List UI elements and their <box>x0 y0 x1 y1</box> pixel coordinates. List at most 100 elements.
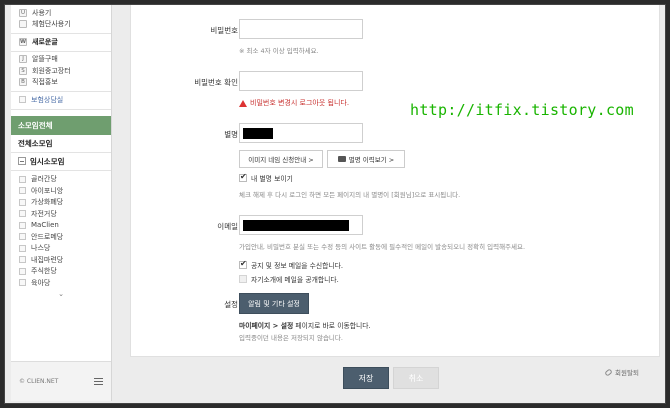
password-hint: ※ 최소 4자 이상 입력하세요. <box>239 47 319 55</box>
group-label: 아이포니앙 <box>31 186 64 195</box>
id-card-icon <box>337 156 346 162</box>
item-box-icon <box>19 175 26 183</box>
window-frame: U 사용기 체험단사용기 W 새로운글 J 알뜰구매 S 회원중고장터 B 직접홍보 보험… <box>4 4 666 404</box>
item-box-icon <box>19 267 26 275</box>
group-item[interactable]: 안드로메당 <box>11 231 111 243</box>
sidebar-item-temp-groups[interactable]: 임시소모임 <box>11 153 111 171</box>
watermark-url: http://itfix.tistory.com <box>410 101 634 119</box>
checkbox-checked-icon[interactable] <box>239 259 247 269</box>
warning-text: 비밀번호 변경시 로그아웃 됩니다. <box>250 99 350 107</box>
nickname-input[interactable] <box>239 123 363 143</box>
shortcut-key: J <box>19 55 27 64</box>
password-confirm-label: 비밀번호 확인 <box>194 78 238 87</box>
withdraw-link[interactable]: 회원탈퇴 <box>604 367 639 377</box>
group-label: 나스당 <box>31 244 51 253</box>
sidebar-item-label: 사용기 <box>32 8 52 17</box>
sidebar-item-label: 체험단사용기 <box>32 20 71 29</box>
email-label: 이메일 <box>217 222 238 231</box>
group-item[interactable]: 주식한당 <box>11 266 111 278</box>
sidebar-item-new-posts[interactable]: W 새로운글 <box>11 36 111 48</box>
sidebar-item-label: 새로운글 <box>32 37 58 46</box>
item-box-icon <box>19 233 26 241</box>
group-label: MaClien <box>31 221 59 230</box>
save-button[interactable]: 저장 <box>343 367 389 389</box>
sidebar-item-all-groups[interactable]: 전체소모임 <box>11 135 111 153</box>
nickname-label: 별명 <box>224 130 238 139</box>
group-list: 골러간당 아이포니앙 가상화폐당 자전거당 MaClien 안드로메당 나스당 … <box>11 171 111 299</box>
shortcut-key <box>19 20 27 29</box>
show-nickname-hint: 체크 해제 후 다시 로그인 하면 모든 페이지의 내 별명이 [회원님]으로 … <box>239 191 461 199</box>
item-box-icon <box>19 256 26 264</box>
cancel-button[interactable]: 취소 <box>393 367 439 389</box>
item-box-icon <box>19 198 26 206</box>
button-label: 별명 이력보기 > <box>348 156 395 164</box>
public-email-checkbox[interactable]: 자기소개에 메일을 공개합니다. <box>239 274 339 284</box>
item-box-icon <box>19 210 26 218</box>
password-input[interactable] <box>239 19 363 39</box>
sidebar-item-all-communities[interactable]: 소모임전체 <box>11 115 111 135</box>
password-label: 비밀번호 <box>210 26 238 35</box>
group-label: 골러간당 <box>31 175 57 184</box>
item-box-icon <box>19 96 26 104</box>
group-label: 육아당 <box>31 278 51 287</box>
receive-mail-checkbox[interactable]: 공지 및 정보 메일을 수신합니다. <box>239 259 344 270</box>
group-label: 자전거당 <box>31 209 57 218</box>
settings-description: 마이페이지 > 설정 페이지로 바로 이동합니다. <box>239 320 371 330</box>
sidebar-item-trial-reviews[interactable]: 체험단사용기 <box>11 19 111 31</box>
sidebar-item-label: 회원중고장터 <box>32 66 71 75</box>
sidebar-footer: © CLIEN.NET <box>11 361 111 401</box>
nickname-history-button[interactable]: 별명 이력보기 > <box>327 150 405 168</box>
checkbox-label: 내 별명 보이기 <box>251 175 293 183</box>
sidebar-item-deals[interactable]: J 알뜰구매 <box>11 54 111 66</box>
copyright: © CLIEN.NET <box>19 378 59 385</box>
notification-settings-button[interactable]: 알림 및 기타 설정 <box>239 293 309 314</box>
group-item[interactable]: 가상화폐당 <box>11 197 111 209</box>
sidebar-group-new: W 새로운글 <box>11 34 111 52</box>
icon-request-button[interactable]: 이미지 네임 신청안내 > <box>239 150 323 168</box>
settings-desc-text: 페이지로 바로 이동합니다. <box>293 322 371 330</box>
shortcut-key: U <box>19 8 27 17</box>
group-label: 가상화폐당 <box>31 198 64 207</box>
password-confirm-input[interactable] <box>239 71 363 91</box>
withdraw-label: 회원탈퇴 <box>615 369 639 377</box>
profile-form: 비밀번호 ※ 최소 4자 이상 입력하세요. 비밀번호 확인 비밀번호 변경시 … <box>130 5 660 357</box>
group-item[interactable]: 나스당 <box>11 243 111 255</box>
checkbox-label: 공지 및 정보 메일을 수신합니다. <box>251 262 344 270</box>
email-input[interactable] <box>239 215 363 235</box>
sidebar-item-used-market[interactable]: S 회원중고장터 <box>11 65 111 77</box>
sidebar-item-insurance[interactable]: 보험상담실 <box>11 94 111 106</box>
checkbox-unchecked-icon[interactable] <box>239 275 247 283</box>
link-icon <box>604 367 613 377</box>
password-warning: 비밀번호 변경시 로그아웃 됩니다. <box>239 98 349 108</box>
sidebar-item-reviews[interactable]: U 사용기 <box>11 7 111 19</box>
hamburger-icon[interactable] <box>94 378 103 385</box>
group-item[interactable]: 육아당 <box>11 277 111 289</box>
collapse-icon[interactable] <box>18 157 26 165</box>
sidebar-group-market: J 알뜰구매 S 회원중고장터 B 직접홍보 <box>11 52 111 92</box>
sidebar-item-label: 임시소모임 <box>30 156 65 166</box>
item-box-icon <box>19 221 26 229</box>
group-item[interactable]: 자전거당 <box>11 208 111 220</box>
group-label: 안드로메당 <box>31 232 64 241</box>
group-item[interactable]: MaClien <box>11 220 111 232</box>
email-hint: 가입안내, 비밀번호 분실 또는 수정 등의 사이트 활동에 필수적인 메일이 … <box>239 243 526 251</box>
shortcut-key: S <box>19 66 27 75</box>
shortcut-key: B <box>19 78 27 87</box>
sidebar-item-label: 직접홍보 <box>32 78 58 87</box>
group-item[interactable]: 아이포니앙 <box>11 185 111 197</box>
warning-icon <box>239 99 247 107</box>
shortcut-key: W <box>19 37 27 46</box>
group-item[interactable]: 골러간당 <box>11 174 111 186</box>
group-label: 주식한당 <box>31 267 57 276</box>
show-nickname-checkbox[interactable]: 내 별명 보이기 <box>239 172 293 183</box>
sidebar-item-self-promo[interactable]: B 직접홍보 <box>11 77 111 89</box>
scroll-down-icon[interactable]: ⌄ <box>11 289 111 299</box>
item-box-icon <box>19 187 26 195</box>
checkbox-checked-icon[interactable] <box>239 172 247 182</box>
redacted-email <box>243 220 349 231</box>
redacted-nickname <box>243 128 273 139</box>
sidebar: U 사용기 체험단사용기 W 새로운글 J 알뜰구매 S 회원중고장터 B 직접홍보 보험… <box>11 5 112 401</box>
group-item[interactable]: 내집마련당 <box>11 254 111 266</box>
group-label: 내집마련당 <box>31 255 64 264</box>
sidebar-group-insurance: 보험상담실 <box>11 92 111 110</box>
